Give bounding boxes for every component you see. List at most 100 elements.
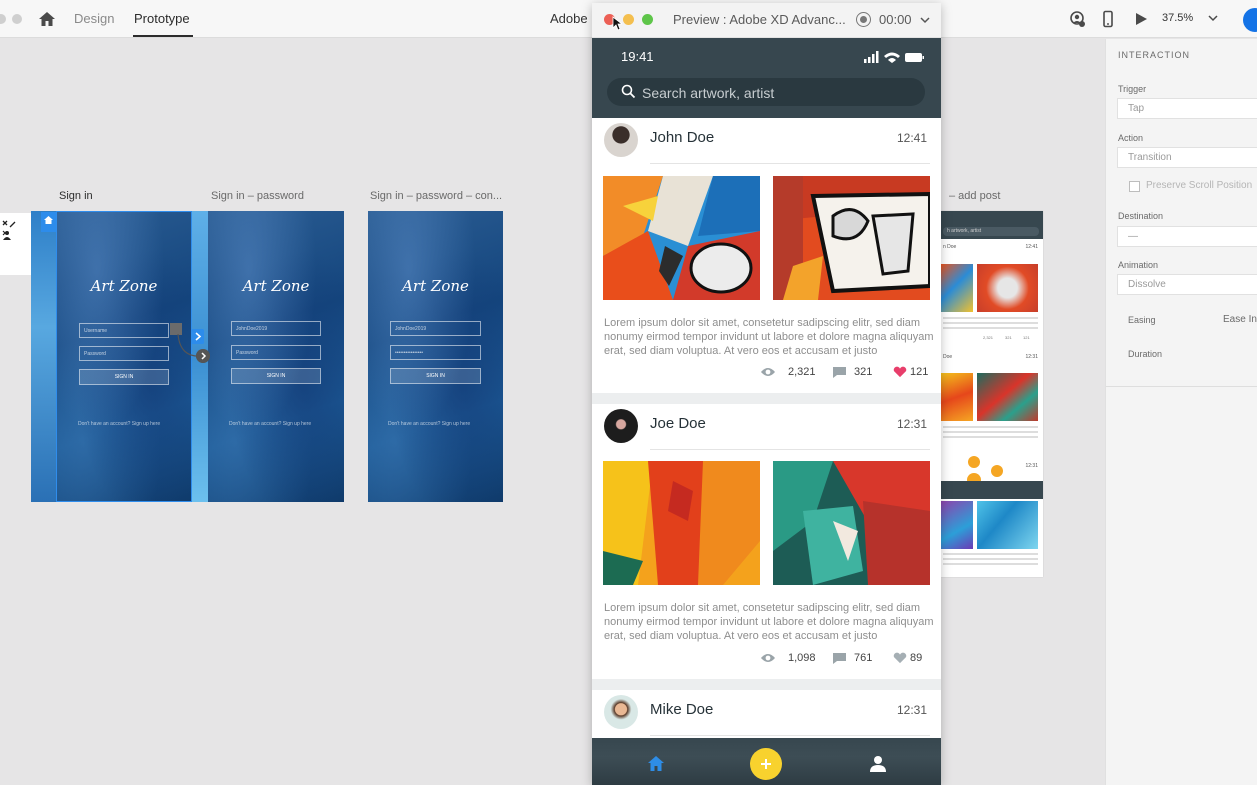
home-icon[interactable] [38, 10, 56, 28]
signup-prompt[interactable]: Don't have an account? Sign up here [78, 421, 160, 427]
post-time: 12:31 [896, 703, 927, 717]
mini-post-image [977, 501, 1038, 549]
share-icon[interactable] [1068, 10, 1086, 28]
trigger-select[interactable]: Tap [1117, 98, 1257, 119]
record-timer: 00:00 [879, 12, 912, 27]
chevron-down-icon[interactable] [1208, 13, 1218, 23]
mini-post-user: n Doe [943, 244, 957, 250]
comment-icon[interactable] [832, 366, 848, 378]
artboard-title-sign-in-confirm[interactable]: Sign in – password – con... [370, 190, 502, 202]
post-time: 12:31 [896, 417, 927, 431]
chevron-down-icon[interactable] [920, 15, 930, 25]
destination-label: Destination [1118, 211, 1164, 221]
minimize-window-button[interactable] [623, 14, 634, 25]
mini-post-header: Doe 12:31 [941, 354, 1043, 368]
tab-prototype[interactable]: Prototype [134, 11, 190, 26]
preview-title: Preview : Adobe XD Advanc... [673, 12, 846, 27]
tool-panel [0, 213, 31, 275]
wire-target-icon[interactable] [196, 349, 210, 363]
post-image-graffiti[interactable] [603, 176, 760, 300]
inspector-divider [1106, 386, 1257, 387]
post-image-abstract[interactable] [603, 461, 760, 585]
flow-tools-icon[interactable] [2, 219, 16, 241]
mini-post-image [977, 373, 1038, 421]
username-field[interactable]: JohnDoe2019 [231, 321, 321, 336]
mouse-cursor-icon [612, 16, 622, 31]
username-field[interactable]: JohnDoe2019 [390, 321, 481, 336]
artboard-edge-strip [31, 211, 56, 502]
signup-prompt[interactable]: Don't have an account? Sign up here [229, 421, 311, 427]
sign-in-button[interactable]: SIGN IN [231, 368, 321, 384]
action-label: Action [1118, 133, 1144, 143]
password-field[interactable]: •••••••••••••••• [390, 345, 481, 360]
mini-post-time: 12:31 [1025, 463, 1038, 469]
post-username[interactable]: Joe Doe [650, 415, 706, 432]
chevron-right-icon[interactable] [191, 329, 204, 344]
feed[interactable]: John Doe 12:41 Lorem ipsum dolor sit ame… [592, 118, 941, 750]
artboard-sign-in-password[interactable]: Art Zone JohnDoe2019 Password SIGN IN Do… [208, 211, 344, 502]
comment-icon[interactable] [832, 652, 848, 664]
preview-window: Preview : Adobe XD Advanc... 00:00 19:41… [592, 3, 941, 785]
zoom-window-button[interactable] [642, 14, 653, 25]
tab-design[interactable]: Design [74, 11, 114, 26]
artboard-sign-in[interactable]: Art Zone Username Password SIGN IN Don't… [56, 211, 192, 502]
password-field[interactable]: Password [79, 346, 169, 361]
home-icon[interactable] [647, 755, 665, 772]
profile-icon[interactable] [870, 755, 886, 772]
heart-filled-icon[interactable] [892, 366, 908, 378]
record-icon[interactable] [856, 12, 871, 27]
post-image-abstract-2[interactable] [773, 461, 930, 585]
heart-icon[interactable] [892, 652, 908, 664]
mini-search: h artwork, artist [943, 227, 1039, 236]
post-time: 12:41 [896, 131, 927, 145]
add-post-button[interactable] [750, 748, 782, 780]
views-icon [761, 368, 775, 376]
mini-post-stats: 2,321 321 121 [941, 335, 1043, 349]
easing-label: Easing [1128, 315, 1156, 325]
play-icon[interactable] [1132, 10, 1150, 28]
artboard-title-add-post[interactable]: – add post [949, 190, 1000, 202]
action-select[interactable]: Transition [1117, 147, 1257, 168]
post-card[interactable]: John Doe 12:41 Lorem ipsum dolor sit ame… [592, 118, 941, 393]
animation-select[interactable]: Dissolve [1117, 274, 1257, 295]
bottom-nav [592, 738, 941, 785]
search-placeholder: Search artwork, artist [642, 85, 775, 101]
sign-in-button[interactable]: SIGN IN [79, 369, 169, 385]
window-close-dot[interactable] [0, 14, 6, 24]
avatar[interactable] [604, 123, 638, 157]
mini-stat-likes: 121 [1023, 335, 1030, 340]
mini-post-user: Doe [943, 354, 953, 360]
user-avatar[interactable] [1243, 8, 1257, 32]
destination-select[interactable]: — [1117, 226, 1257, 247]
password-field[interactable]: Password [231, 345, 321, 360]
sign-in-button[interactable]: SIGN IN [390, 368, 481, 384]
home-artboard-flag-icon[interactable] [41, 212, 56, 232]
artboard-add-post[interactable]: h artwork, artist n Doe 12:41 2,321 321 … [941, 211, 1043, 577]
mini-post-image [941, 264, 973, 312]
mini-post-time: 12:31 [1025, 354, 1038, 360]
mini-text-line [943, 558, 1038, 560]
artboard-sign-in-confirm[interactable]: Art Zone JohnDoe2019 •••••••••••••••• SI… [368, 211, 503, 502]
signup-prompt[interactable]: Don't have an account? Sign up here [388, 421, 470, 427]
artboard-title-sign-in-password[interactable]: Sign in – password [211, 190, 304, 202]
post-username[interactable]: John Doe [650, 129, 714, 146]
zoom-level[interactable]: 37.5% [1162, 12, 1193, 24]
username-field[interactable]: Username [79, 323, 169, 338]
post-divider [650, 163, 930, 164]
artboard-title-sign-in[interactable]: Sign in [59, 190, 93, 202]
post-username[interactable]: Mike Doe [650, 701, 713, 718]
post-description: Lorem ipsum dolor sit amet, consetetur s… [604, 317, 934, 357]
easing-select[interactable]: Ease In [1223, 314, 1257, 325]
avatar[interactable] [604, 409, 638, 443]
search-input[interactable]: Search artwork, artist [607, 78, 925, 106]
window-minimize-dot[interactable] [12, 14, 22, 24]
device-preview-icon[interactable] [1099, 10, 1117, 28]
post-card[interactable]: Joe Doe 12:31 Lorem ipsum dolor sit amet… [592, 404, 941, 679]
post-image-graffiti-2[interactable] [773, 176, 930, 300]
views-count: 1,098 [788, 652, 816, 664]
preserve-scroll-checkbox[interactable] [1129, 181, 1140, 192]
status-bar-icons [864, 51, 924, 63]
document-title: Adobe [550, 11, 588, 26]
comments-count: 761 [854, 652, 873, 664]
avatar[interactable] [604, 695, 638, 729]
